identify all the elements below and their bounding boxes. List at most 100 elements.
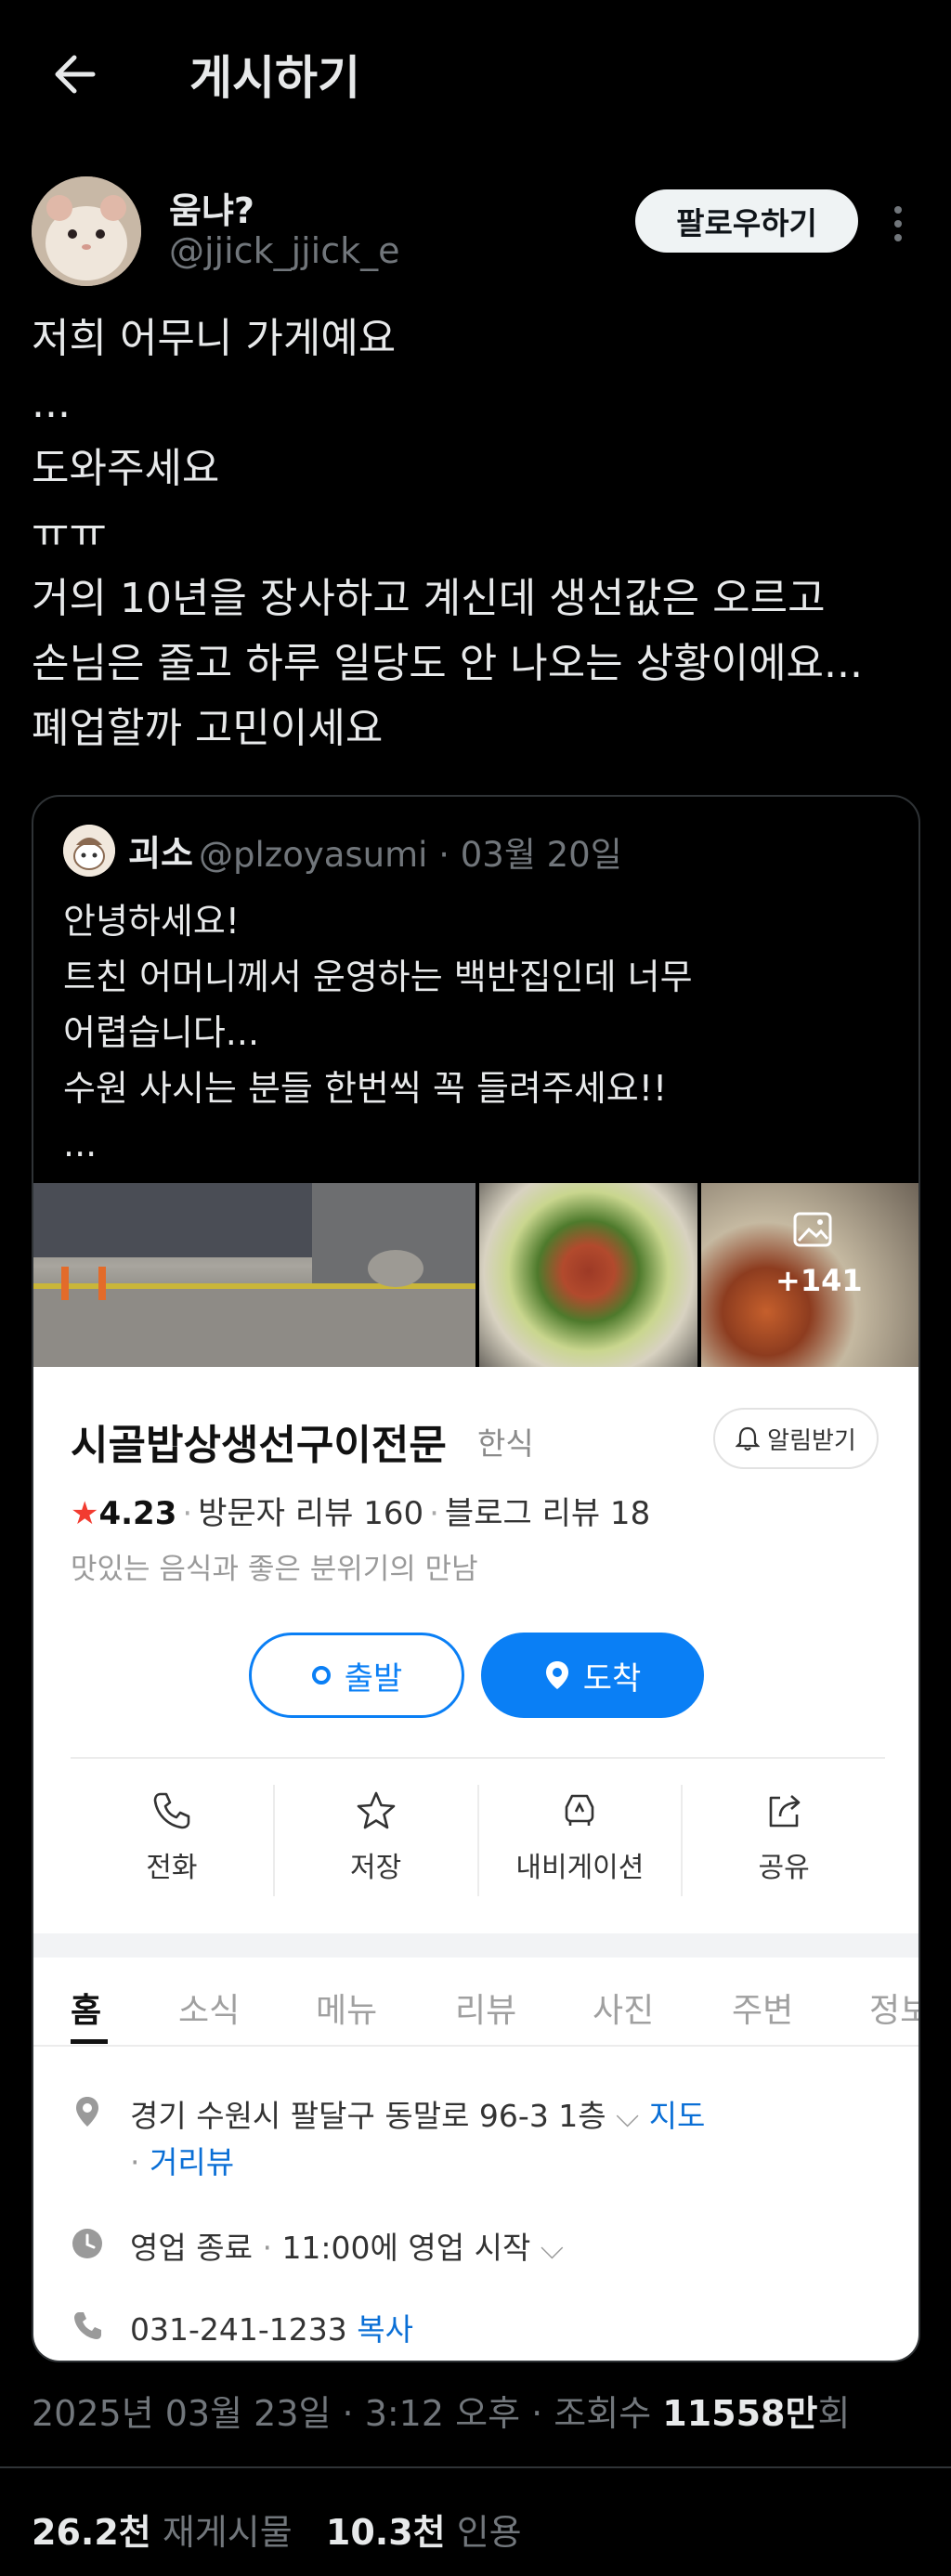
share-action[interactable]: 공유 [681,1785,885,1896]
car-icon [566,1794,594,1826]
chevron-down-icon[interactable]: ⌵ [541,2230,564,2266]
storefront-photo[interactable] [33,1183,476,1367]
quoted-line: 트친 어머니께서 운영하는 백반집인데 너무 [63,956,693,997]
divider [71,1757,885,1759]
destination-label: 도착 [582,1660,642,1697]
star-icon: ★ [71,1495,99,1532]
side-dishes-photo[interactable]: +141 [701,1183,918,1367]
post-line: 손님은 줄고 하루 일당도 안 나오는 상황이에요... [32,640,863,687]
quoted-line: 수원 사시는 분들 한번씩 꼭 들려주세요!! [63,1068,668,1109]
chevron-down-icon[interactable]: ⌵ [616,2098,639,2134]
post-line: 저희 어무니 가게예요 [32,315,397,362]
author-name[interactable]: 움냐? [169,182,254,233]
alarm-label: 알림받기 [767,1426,856,1455]
quote-count[interactable]: 10.3천 [326,2512,446,2553]
place-card: 시골밥상생선구이전문 한식 알림받기 ★4.23 · 방문자 리뷰 160 · 블로그 … [33,1367,918,2361]
quoted-handle: @plzoyasumi [199,835,428,875]
post-line: 거의 10년을 장사하고 계신데 생선값은 오르고 [32,575,826,622]
bell-icon [736,1426,761,1451]
active-tab-indicator [71,2039,108,2044]
post-time: 3:12 오후 [364,2393,521,2434]
tab-menu[interactable]: 메뉴 [316,1984,377,2032]
destination-button[interactable]: 도착 [481,1633,704,1718]
origin-dot-icon [311,1666,331,1685]
tab-info[interactable]: 정보 [869,1984,918,2032]
post-meta: 2025년 03월 23일 · 3:12 오후 · 조회수 11558만회 [32,2393,851,2434]
map-pin-icon [76,2097,98,2127]
tab-photos[interactable]: 사진 [593,1984,654,2032]
photo-more-count: +141 [775,1263,863,1298]
tab-news[interactable]: 소식 [178,1984,240,2032]
quoted-line: ... [63,1124,98,1164]
place-name: 시골밥상생선구이전문 [71,1422,447,1469]
post-line: ... [32,380,71,427]
quoted-author-name: 괴소 [128,833,193,874]
business-status: 영업 종료 [130,2230,253,2266]
action-label: 전화 [146,1852,198,1884]
call-action[interactable]: 전화 [71,1785,273,1896]
action-label: 공유 [758,1852,810,1884]
place-photo-strip: +141 [33,1183,918,1367]
address-text: 경기 수원시 팔달구 동말로 96-3 1층 [130,2098,606,2134]
author-handle[interactable]: @jjick_jjick_e [169,230,400,271]
avatar[interactable] [32,176,141,286]
tab-reviews[interactable]: 리뷰 [455,1984,516,2032]
phone-number[interactable]: 031-241-1233 [130,2311,347,2348]
quoted-text: 안녕하세요! 트친 어머니께서 운영하는 백반집인데 너무 어렵습니다... 수… [63,893,899,1172]
start-button[interactable]: 출발 [249,1633,464,1718]
post-line: ㅠㅠ [32,510,107,557]
quoted-date: 03월 20일 [460,835,622,875]
post-line: 도와주세요 [32,445,220,492]
save-action[interactable]: 저장 [272,1785,477,1896]
location-pin-icon [545,1661,568,1689]
navigation-action[interactable]: 내비게이션 [476,1785,682,1896]
views-suffix: 회 [817,2393,851,2434]
business-hours: 11:00에 영업 시작 [281,2230,531,2266]
clock-icon [72,2229,102,2258]
repost-label[interactable]: 재게시물 [163,2512,293,2553]
page-title: 게시하기 [189,51,360,105]
quoted-line: 안녕하세요! [63,901,241,942]
repost-count[interactable]: 26.2천 [32,2512,151,2553]
alarm-button[interactable]: 알림받기 [713,1408,879,1469]
street-photo-image [33,1183,476,1367]
place-category: 한식 [477,1425,534,1462]
place-tabs: 홈 소식 메뉴 리뷰 사진 주변 정보 [33,1958,918,2047]
map-link[interactable]: 지도 [649,2098,706,2134]
views-count[interactable]: 11558만 [662,2393,817,2434]
place-actions: 전화 저장 내비게이션 공유 [71,1785,885,1896]
views-label: 조회수 [554,2393,652,2434]
copy-link[interactable]: 복사 [357,2311,413,2348]
tab-nearby[interactable]: 주변 [732,1984,793,2032]
visitor-reviews[interactable]: 방문자 리뷰 160 [198,1495,423,1532]
tab-home[interactable]: 홈 [71,1984,101,2032]
top-bar: 게시하기 [0,0,951,150]
quoted-meta: @plzoyasumi · 03월 20일 [199,835,622,875]
place-slogan: 맛있는 음식과 좋은 분위기의 만남 [71,1553,478,1586]
quoted-avatar [63,825,115,877]
start-label: 출발 [344,1659,403,1698]
action-label: 저장 [350,1852,402,1884]
rating-line: ★4.23 · 방문자 리뷰 160 · 블로그 리뷰 18 [71,1495,651,1532]
quoted-line: 어렵습니다... [63,1012,260,1053]
food-photo[interactable] [479,1183,697,1367]
hamster-avatar-image [32,176,141,286]
follow-button[interactable]: 팔로우하기 [635,189,858,253]
star-icon [357,1791,395,1829]
more-options-icon[interactable] [882,201,914,247]
back-arrow-icon[interactable] [48,46,104,102]
gallery-icon [793,1212,832,1247]
post-stats: 26.2천 재게시물 10.3천 인용 [32,2504,522,2555]
action-label: 내비게이션 [515,1852,645,1884]
section-gap [33,1933,918,1958]
quoted-post[interactable]: 괴소 @plzoyasumi · 03월 20일 안녕하세요! 트친 어머니께서… [32,795,920,2362]
quote-label[interactable]: 인용 [457,2512,522,2553]
phone-icon [74,2312,101,2339]
divider [0,2466,951,2468]
post-line: 폐업할까 고민이세요 [32,705,384,752]
rating-score: 4.23 [98,1495,177,1532]
share-icon [769,1795,801,1828]
street-view-link[interactable]: 거리뷰 [150,2144,234,2180]
post-date: 2025년 03월 23일 [32,2393,332,2434]
blog-reviews[interactable]: 블로그 리뷰 18 [445,1495,650,1532]
